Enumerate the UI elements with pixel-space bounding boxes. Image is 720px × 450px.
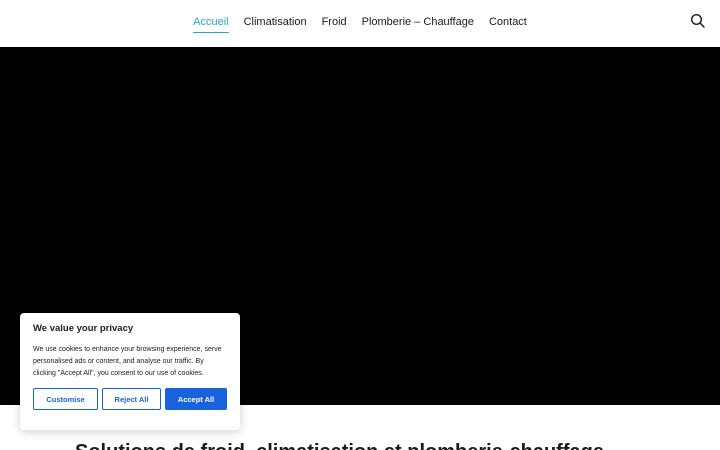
nav-item-plomberie-chauffage[interactable]: Plomberie – Chauffage bbox=[354, 15, 481, 29]
page: Accueil Climatisation Froid Plomberie – … bbox=[0, 0, 720, 450]
accept-all-button[interactable]: Accept All bbox=[165, 388, 227, 410]
cookie-title: We value your privacy bbox=[33, 323, 134, 334]
nav-item-climatisation[interactable]: Climatisation bbox=[236, 15, 314, 29]
cookie-text: We use cookies to enhance your browsing … bbox=[33, 346, 222, 377]
page-heading: Solutions de froid, climatisation et plo… bbox=[75, 440, 604, 450]
reject-all-button[interactable]: Reject All bbox=[102, 388, 161, 410]
main-nav: Accueil Climatisation Froid Plomberie – … bbox=[0, 0, 720, 44]
customise-button[interactable]: Customise bbox=[33, 388, 98, 410]
nav-item-accueil[interactable]: Accueil bbox=[186, 15, 236, 33]
nav-item-contact[interactable]: Contact bbox=[481, 15, 534, 29]
search-button[interactable] bbox=[690, 13, 706, 29]
search-icon bbox=[690, 13, 705, 28]
cookie-buttons: Customise Reject All Accept All bbox=[33, 388, 227, 410]
cookie-consent-banner: We value your privacy We use cookies to … bbox=[20, 313, 240, 430]
site-header: Accueil Climatisation Froid Plomberie – … bbox=[0, 0, 720, 48]
nav-item-froid[interactable]: Froid bbox=[314, 15, 354, 29]
